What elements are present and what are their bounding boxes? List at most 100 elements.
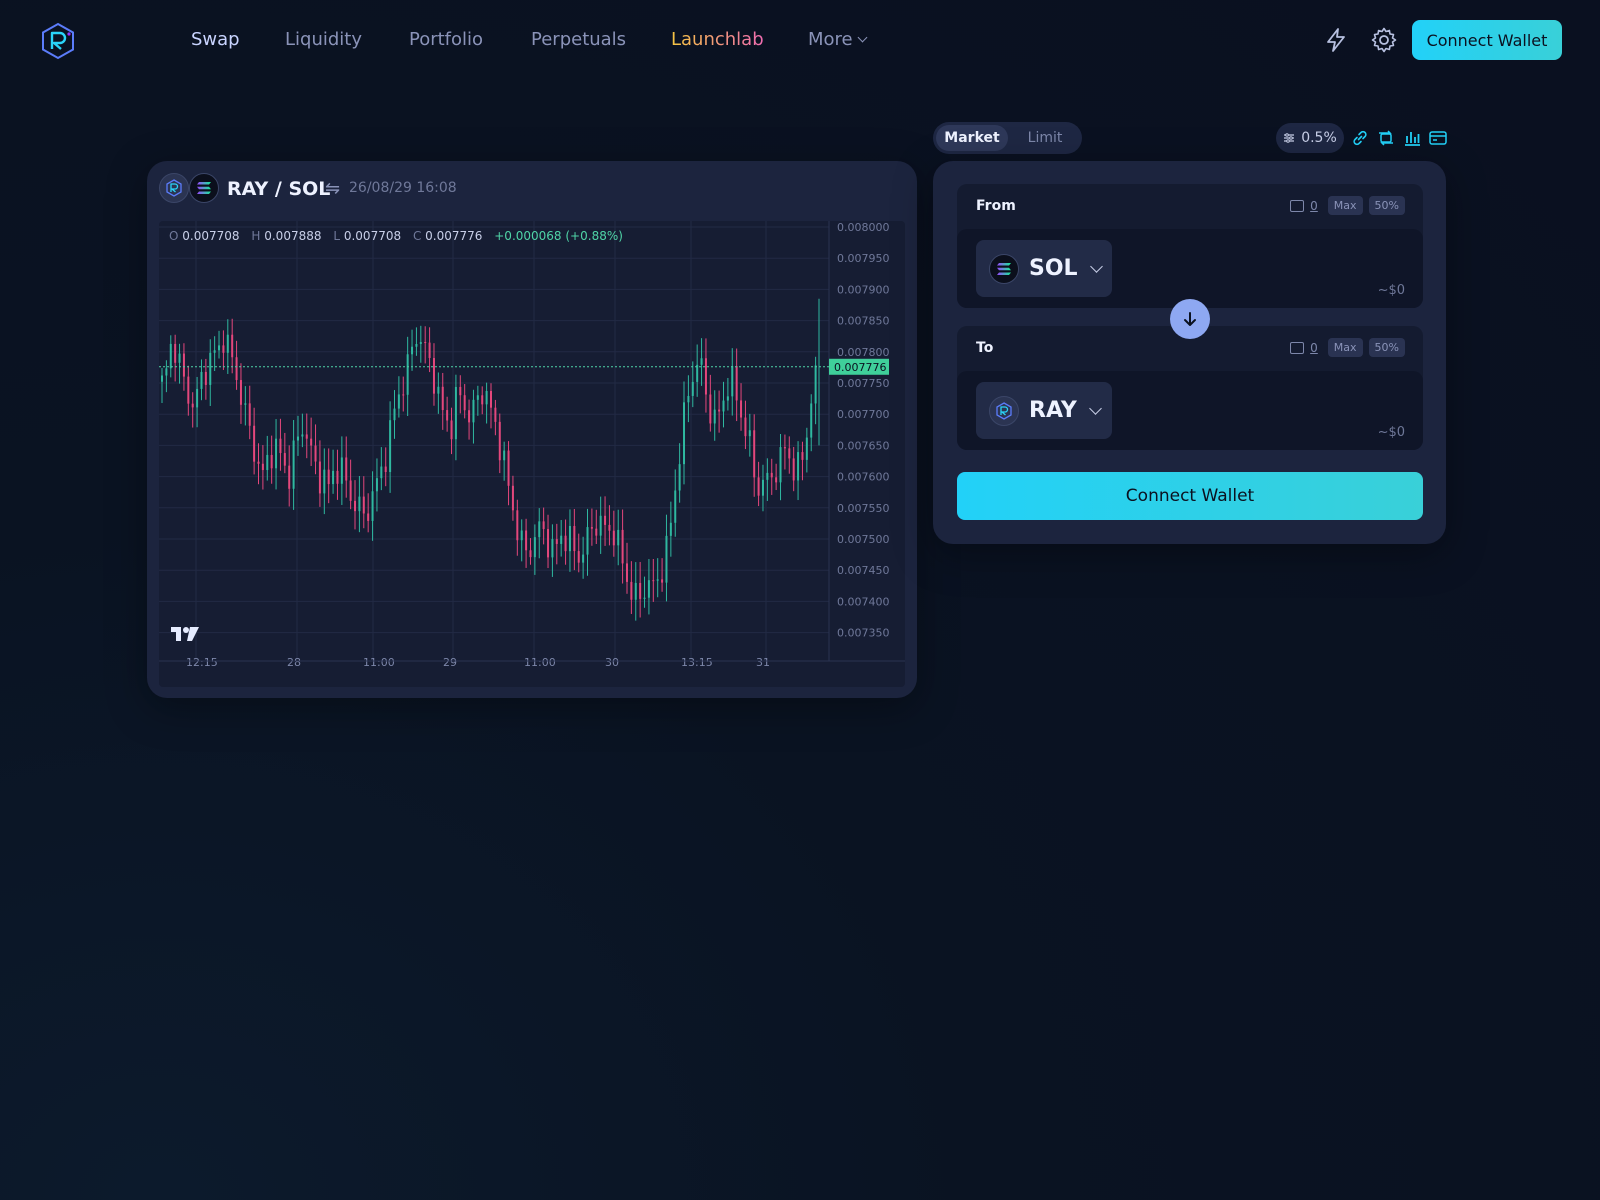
nav-launchlab[interactable]: Launchlab (671, 29, 764, 50)
raydium-logo-icon[interactable] (40, 22, 76, 60)
candle-up (700, 358, 703, 365)
candle-up (586, 527, 589, 555)
candle-down (753, 430, 756, 478)
candle-down (384, 466, 387, 473)
candle-up (805, 437, 808, 460)
pair-title: RAY / SOL (227, 178, 331, 200)
limit-tab[interactable]: Limit (1011, 125, 1079, 151)
candle-down (446, 410, 449, 421)
candle-down (498, 421, 501, 461)
candle-up (726, 396, 729, 401)
nav-liquidity[interactable]: Liquidity (285, 29, 362, 50)
candle-up (415, 343, 418, 347)
candle-down (630, 581, 633, 600)
bar-chart-icon[interactable] (1402, 128, 1422, 148)
candle-up (678, 464, 681, 491)
candle-up (437, 386, 440, 394)
candle-down (775, 477, 778, 483)
ohlc-high: 0.007888 (264, 229, 322, 243)
flip-direction-button[interactable] (1170, 299, 1210, 339)
to-token-select[interactable]: RAY (976, 382, 1112, 439)
candle-up (810, 403, 813, 438)
candle-down (450, 420, 453, 440)
pair-icons (159, 173, 219, 203)
from-amount-area[interactable]: SOL ~$0 (957, 229, 1423, 308)
swap-refresh-icon[interactable] (1376, 128, 1396, 148)
candle-up (169, 343, 172, 369)
candle-down (661, 579, 664, 583)
candle-up (643, 597, 646, 599)
y-tick-label: 0.007400 (837, 595, 890, 608)
candle-up (797, 452, 800, 481)
y-tick-label: 0.007950 (837, 252, 890, 265)
candle-down (310, 438, 313, 446)
slippage-button[interactable]: 0.5% (1276, 123, 1344, 153)
tradingview-logo-icon[interactable] (171, 627, 199, 641)
ohlc-readout: O 0.007708 H 0.007888 L 0.007708 C 0.007… (169, 229, 623, 243)
from-balance[interactable]: 0 (1310, 199, 1318, 213)
card-icon[interactable] (1428, 128, 1448, 148)
candle-down (257, 461, 260, 464)
candle-up (766, 472, 769, 480)
candle-up (266, 454, 269, 471)
slippage-value: 0.5% (1301, 130, 1337, 146)
to-max-button[interactable]: Max (1327, 338, 1363, 357)
candle-up (599, 515, 602, 536)
candle-up (814, 365, 817, 404)
lightning-icon[interactable] (1322, 26, 1350, 54)
gear-icon[interactable] (1370, 26, 1398, 54)
candle-down (709, 394, 712, 424)
candle-up (371, 491, 374, 521)
candle-down (459, 386, 462, 396)
ohlc-close-label: C (412, 229, 422, 243)
ray-token-icon (159, 173, 189, 203)
to-half-button[interactable]: 50% (1368, 338, 1405, 357)
candle-up (178, 353, 181, 363)
y-tick-label: 0.007500 (837, 533, 890, 546)
y-tick-label: 0.007700 (837, 408, 890, 421)
candle-down (253, 425, 256, 462)
nav-portfolio[interactable]: Portfolio (409, 29, 483, 50)
candle-down (231, 334, 234, 358)
candlestick-chart[interactable]: 0.008000 0.007950 0.007900 0.007850 0.007800… (159, 221, 905, 687)
candle-up (275, 438, 278, 469)
nav-swap[interactable]: Swap (191, 29, 240, 50)
candle-up (161, 375, 163, 382)
chevron-down-icon (857, 32, 868, 43)
to-amount-area[interactable]: RAY ~$0 (957, 371, 1423, 450)
nav-more[interactable]: More (808, 29, 868, 50)
candle-up (779, 447, 782, 483)
candle-up (218, 345, 221, 351)
candle-up (713, 409, 716, 424)
candle-down (511, 485, 514, 511)
candle-down (305, 434, 308, 439)
candle-up (538, 521, 541, 538)
from-token-select[interactable]: SOL (976, 240, 1112, 297)
nav-perpetuals[interactable]: Perpetuals (531, 29, 626, 50)
candle-down (757, 477, 760, 496)
candle-down (573, 525, 576, 552)
order-mode-toggle: Market Limit (933, 122, 1082, 154)
to-balance[interactable]: 0 (1310, 341, 1318, 355)
swap-pair-icon[interactable]: ⇋ (325, 178, 340, 199)
connect-wallet-button-top[interactable]: Connect Wallet (1412, 20, 1562, 60)
ohlc-low: 0.007708 (343, 229, 402, 243)
market-tab[interactable]: Market (936, 125, 1008, 151)
price-chart[interactable]: 0.008000 0.007950 0.007900 0.007850 0.007800… (159, 221, 905, 687)
candle-down (490, 390, 492, 408)
candle-up (722, 400, 725, 412)
candle-down (516, 510, 519, 541)
candle-down (792, 458, 795, 481)
candle-down (432, 358, 435, 394)
candle-up (656, 579, 659, 581)
candle-down (336, 470, 339, 484)
ohlc-open: 0.007708 (182, 229, 240, 243)
link-icon[interactable] (1350, 128, 1370, 148)
connect-wallet-button[interactable]: Connect Wallet (957, 472, 1423, 520)
from-tools: 0 Max 50% (1290, 196, 1405, 215)
from-max-button[interactable]: Max (1327, 196, 1363, 215)
candle-up (226, 334, 229, 353)
from-half-button[interactable]: 50% (1368, 196, 1405, 215)
candle-up (397, 394, 400, 409)
candle-up (669, 522, 672, 536)
